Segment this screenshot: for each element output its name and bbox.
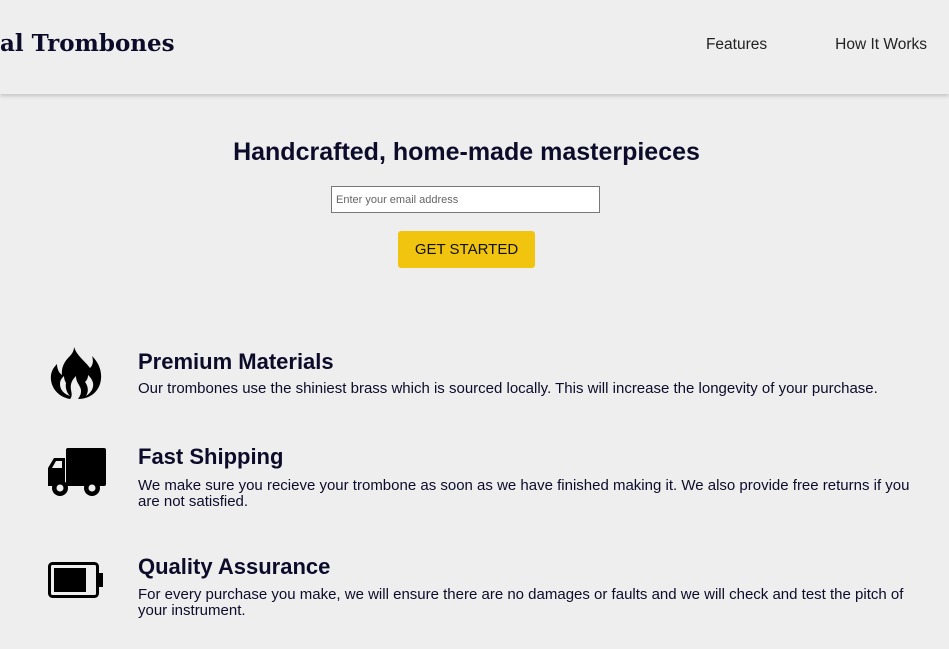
site-logo[interactable]: al Trombones [0, 30, 175, 57]
feature-description: We make sure you recieve your trombone a… [138, 477, 910, 510]
feature-title: Quality Assurance [138, 554, 331, 579]
feature-description: For every purchase you make, we will ens… [138, 586, 904, 619]
email-input[interactable] [331, 186, 600, 213]
main-nav: Features How It Works [706, 36, 927, 54]
feature-title: Premium Materials [138, 349, 334, 374]
battery-icon [44, 562, 108, 598]
get-started-button[interactable]: GET STARTED [398, 231, 535, 268]
feature-description: Our trombones use the shiniest brass whi… [138, 380, 878, 397]
nav-link-features[interactable]: Features [706, 36, 767, 54]
feature-title: Fast Shipping [138, 444, 284, 469]
nav-link-how-it-works[interactable]: How It Works [835, 36, 927, 54]
truck-icon [44, 448, 108, 498]
fire-icon [44, 346, 108, 400]
hero-title: Handcrafted, home-made masterpieces [233, 138, 700, 166]
site-header: al Trombones Features How It Works [0, 0, 949, 94]
hero-section: Handcrafted, home-made masterpieces [0, 138, 933, 167]
